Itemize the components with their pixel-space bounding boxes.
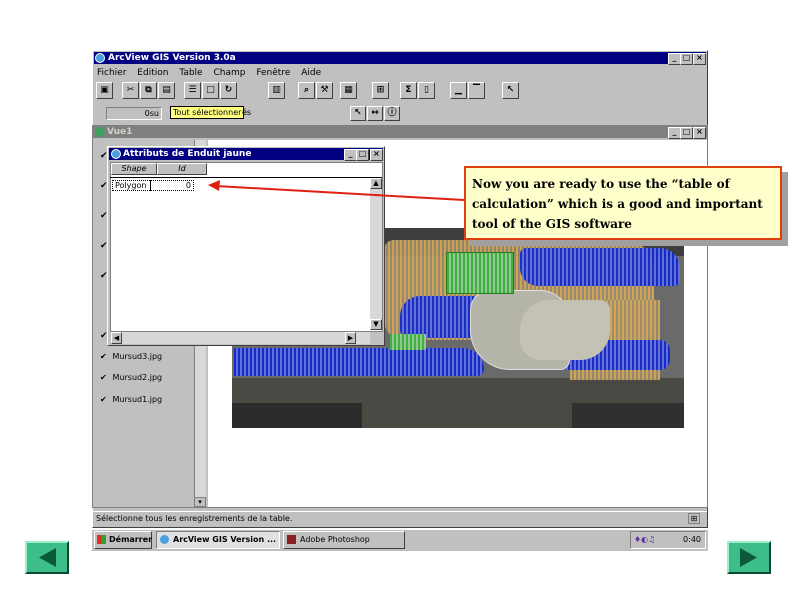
- sort-ascending-icon[interactable]: ▁: [450, 82, 467, 99]
- pointer-tool-icon[interactable]: ↖: [350, 106, 366, 121]
- left-arrow-icon: [39, 548, 56, 567]
- grid-divider: [110, 177, 382, 178]
- layer-label: Mursud3.jpg: [112, 352, 163, 361]
- identify-tool-icon[interactable]: ⓘ: [384, 106, 400, 121]
- table-window-icon: [111, 149, 121, 159]
- windows-logo-icon: [97, 535, 106, 544]
- next-slide-button[interactable]: [727, 541, 771, 574]
- photoshop-task-icon: [287, 535, 296, 544]
- menu-edition[interactable]: Edition: [137, 68, 168, 78]
- edit-tool-icon[interactable]: ↔: [367, 106, 383, 121]
- find-icon[interactable]: ⌕: [298, 82, 315, 99]
- view-title: Vue1: [107, 127, 133, 137]
- help-icon[interactable]: ↖: [502, 82, 519, 99]
- system-tray: ♦◐♫ 0:40: [630, 531, 706, 549]
- task-photoshop[interactable]: Adobe Photoshop: [283, 531, 405, 549]
- table-row[interactable]: Polygon 0: [112, 180, 194, 191]
- sum-icon[interactable]: Σ: [400, 82, 417, 99]
- copy-icon[interactable]: ⧉: [140, 82, 157, 99]
- query-icon[interactable]: ⚒: [316, 82, 333, 99]
- scroll-down-arrow[interactable]: ▼: [370, 319, 382, 330]
- layer-item-mursud2[interactable]: ✔ Mursud2.jpg: [100, 371, 162, 385]
- sort-icon[interactable]: ▯: [418, 82, 435, 99]
- toolbar-tail-text: és: [242, 108, 252, 117]
- cut-icon[interactable]: ✂: [122, 82, 139, 99]
- app-title-bar[interactable]: ArcView GIS Version 3.0a: [94, 52, 706, 64]
- view-icon: [95, 127, 105, 137]
- tooltip-tout-selectionner: Tout sélectionner: [170, 106, 245, 119]
- layer-label: Mursud1.jpg: [112, 395, 163, 404]
- menu-table[interactable]: Table: [179, 68, 202, 78]
- layer-item-mursud1[interactable]: ✔ Mursud1.jpg: [100, 393, 162, 407]
- globe-icon: [95, 53, 105, 63]
- green-polygon: [390, 334, 426, 350]
- close-button[interactable]: ×: [693, 53, 706, 65]
- menu-champ[interactable]: Champ: [213, 68, 245, 78]
- scroll-left-arrow[interactable]: ◀: [111, 332, 122, 344]
- layer-checkbox[interactable]: ✔: [100, 393, 110, 407]
- right-arrow-icon: [740, 548, 757, 567]
- attribute-table-title: Attributs de Enduit jaune: [123, 149, 252, 159]
- properties-icon[interactable]: ☰: [184, 82, 201, 99]
- view-maximize-button[interactable]: □: [680, 127, 693, 139]
- sort-descending-icon[interactable]: ▔: [468, 82, 485, 99]
- select-all-icon[interactable]: □: [202, 82, 219, 99]
- task-arcview[interactable]: ArcView GIS Version ...: [156, 531, 280, 549]
- menu-fenetre[interactable]: Fenêtre: [256, 68, 290, 78]
- menu-bar: Fichier Edition Table Champ Fenêtre Aide: [97, 67, 697, 79]
- chart-icon[interactable]: ▥: [268, 82, 285, 99]
- maximize-button[interactable]: □: [680, 53, 693, 65]
- table-close-button[interactable]: ×: [370, 149, 383, 161]
- blue-polygon: [234, 348, 484, 376]
- cell-shape: Polygon: [115, 181, 147, 190]
- layer-item-mursud3[interactable]: ✔ Mursud3.jpg: [100, 350, 162, 364]
- status-text: Sélectionne tous les enregistrements de …: [96, 514, 293, 523]
- blue-polygon: [520, 248, 680, 286]
- refresh-icon[interactable]: ↻: [220, 82, 237, 99]
- toc-scroll-down-arrow[interactable]: ▾: [194, 497, 206, 507]
- clock: 0:40: [683, 535, 701, 544]
- instruction-callout: Now you are ready to use the “table of c…: [464, 166, 782, 240]
- arcview-task-icon: [160, 535, 169, 544]
- table-vertical-scrollbar[interactable]: [370, 178, 382, 330]
- statistics-icon[interactable]: ▦: [340, 82, 357, 99]
- layer-checkbox[interactable]: ✔: [100, 371, 110, 385]
- table-horizontal-scrollbar[interactable]: [111, 332, 370, 344]
- scroll-up-arrow[interactable]: ▲: [370, 178, 382, 189]
- previous-slide-button[interactable]: [25, 541, 69, 574]
- app-title: ArcView GIS Version 3.0a: [108, 53, 236, 63]
- grey-polygon: [520, 300, 610, 360]
- calculate-icon[interactable]: ⊞: [372, 82, 389, 99]
- resize-grip-icon[interactable]: ⊞: [688, 513, 700, 524]
- view-close-button[interactable]: ×: [693, 127, 706, 139]
- menu-fichier[interactable]: Fichier: [97, 68, 126, 78]
- save-icon[interactable]: ▣: [96, 82, 113, 99]
- cell-separator: [150, 180, 151, 191]
- layer-checkbox[interactable]: ✔: [100, 350, 110, 364]
- column-header-shape[interactable]: Shape: [111, 163, 157, 175]
- tray-icons[interactable]: ♦◐♫: [634, 532, 655, 548]
- cell-id: 0: [185, 181, 191, 190]
- paste-icon[interactable]: ▤: [158, 82, 175, 99]
- view-title-bar[interactable]: Vue1: [93, 126, 707, 138]
- menu-aide[interactable]: Aide: [301, 68, 321, 78]
- attribute-table-title-bar[interactable]: Attributs de Enduit jaune: [109, 148, 383, 160]
- layer-label: Mursud2.jpg: [112, 373, 163, 382]
- green-polygon: [446, 252, 514, 294]
- column-header-id[interactable]: Id: [157, 163, 207, 175]
- table-maximize-button[interactable]: □: [356, 149, 369, 161]
- callout-text: Now you are ready to use the “table of c…: [472, 177, 763, 231]
- scroll-right-arrow[interactable]: ▶: [345, 332, 356, 344]
- toolbar-value-field: 0su: [106, 107, 162, 120]
- status-bar: Sélectionne tous les enregistrements de …: [93, 511, 707, 525]
